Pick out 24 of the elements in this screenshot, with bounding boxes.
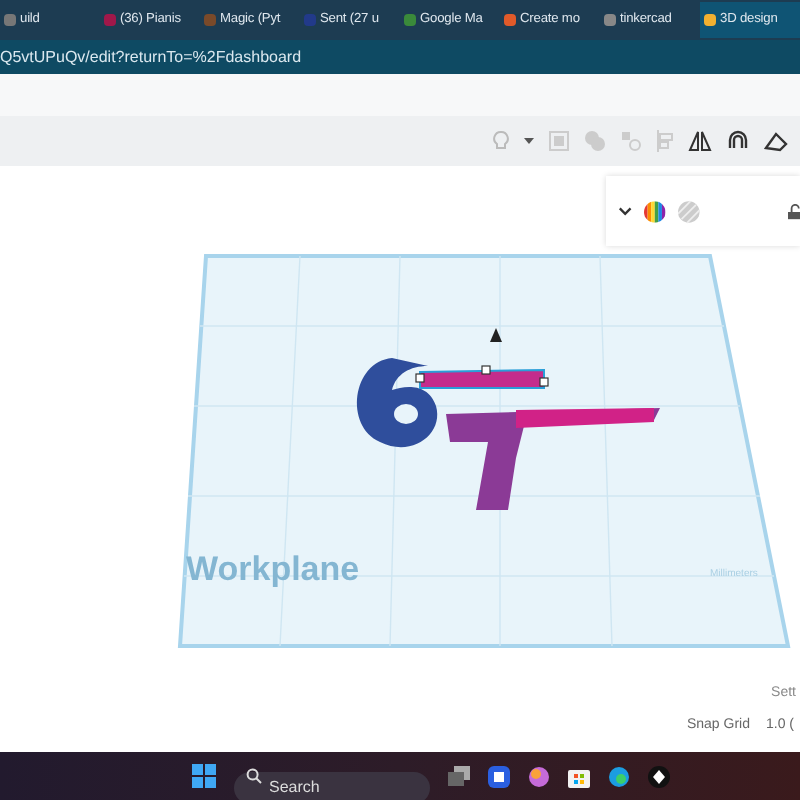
search-icon [245,768,261,784]
color-swatch-icon[interactable] [644,199,666,223]
app-icon[interactable] [487,765,509,787]
tab-favicon-icon [704,14,716,26]
tab-favicon-icon [304,14,316,26]
app-icon[interactable] [647,765,669,787]
selected-bar-model [415,365,549,389]
task-view-icon[interactable] [447,766,469,786]
hole-swatch-icon[interactable] [677,199,700,223]
tab-favicon-icon [604,14,616,26]
caret-icon[interactable] [524,137,534,145]
tab-favicon-icon [504,14,516,26]
tab-favicon-icon [204,14,216,26]
taskbar-search-field[interactable]: Search [233,771,429,800]
tab-favicon-icon [104,14,116,26]
lock-icon[interactable] [787,203,800,219]
store-icon[interactable] [567,765,589,787]
windows-start-icon[interactable] [191,764,215,788]
tab-favicon-icon [4,14,16,26]
mirror-icon[interactable] [688,130,712,152]
six-model [357,358,438,448]
tab-favicon-icon [404,14,416,26]
workplane-label: Workplane [186,550,360,588]
chevron-icon[interactable] [618,205,633,217]
